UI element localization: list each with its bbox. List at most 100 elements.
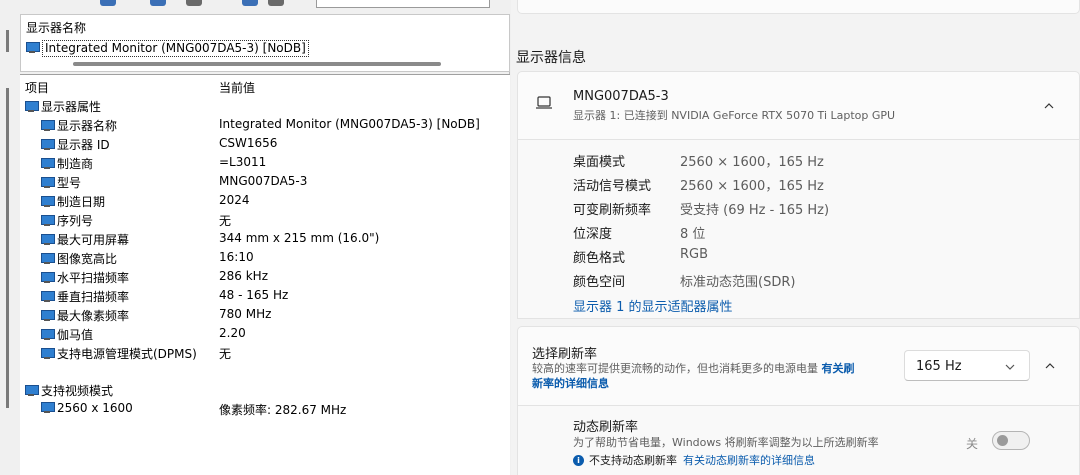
monitor-card-header[interactable] [517, 71, 1080, 140]
monitor-icon [40, 290, 55, 303]
monitor-icon [24, 384, 39, 397]
property-value: Integrated Monitor (MNG007DA5-3) [NoDB] [219, 117, 480, 131]
property-list: 项目 当前值 显示器属性 显示器名称 Integrated Monitor (M… [20, 74, 510, 475]
info-value: 2560 × 1600，165 Hz [680, 155, 824, 170]
table-row[interactable]: 伽马值 2.20 [20, 324, 510, 343]
video-mode-key: 2560 x 1600 [57, 401, 133, 415]
monitor-icon [40, 252, 55, 265]
table-row[interactable]: 制造日期 2024 [20, 191, 510, 210]
property-key: 图像宽高比 [57, 252, 118, 266]
property-value: 286 kHz [219, 269, 268, 283]
property-key: 序列号 [57, 214, 94, 228]
dynamic-refresh-link[interactable]: 有关动态刷新率的详细信息 [683, 452, 815, 468]
refresh-rate-description: 较高的速率可提供更流畅的动作，但也消耗更多的电源电量 有关刷新率的详细信息 [532, 361, 892, 391]
property-key: 垂直扫描频率 [57, 290, 130, 304]
toolbar-icon[interactable] [150, 0, 166, 6]
group-label: 支持视频模式 [41, 384, 114, 398]
monitor-subtitle: 显示器 1: 已连接到 NVIDIA GeForce RTX 5070 Ti L… [573, 109, 896, 122]
chevron-up-icon[interactable] [1045, 361, 1055, 371]
property-key: 制造日期 [57, 195, 106, 209]
monitor-icon [24, 100, 39, 113]
info-value: 标准动态范围(SDR) [680, 275, 796, 290]
info-value: RGB [680, 247, 709, 262]
refresh-rate-link-part1[interactable]: 有关刷 [822, 362, 855, 375]
monitor-name-item[interactable]: Integrated Monitor (MNG007DA5-3) [NoDB] [25, 39, 309, 57]
table-row[interactable]: 最大像素频率 780 MHz [20, 305, 510, 324]
property-key: 显示器 ID [57, 138, 110, 152]
property-key: 水平扫描频率 [57, 271, 130, 285]
table-row[interactable]: 型号 MNG007DA5-3 [20, 172, 510, 191]
table-row[interactable]: 序列号 无 [20, 210, 510, 229]
monitor-icon [40, 157, 55, 170]
toolbar-icon[interactable] [186, 0, 202, 6]
property-value: CSW1656 [219, 136, 278, 150]
refresh-rate-select[interactable]: 165 Hz [904, 350, 1030, 381]
dynamic-refresh-title: 动态刷新率 [573, 420, 639, 435]
table-row[interactable]: 最大可用屏幕 344 mm x 215 mm (16.0") [20, 229, 510, 248]
table-row[interactable]: 2560 x 1600 像素频率: 282.67 MHz [20, 399, 510, 418]
refresh-rate-selected: 165 Hz [916, 359, 962, 374]
info-icon: i [573, 454, 584, 466]
property-key: 支持电源管理模式(DPMS) [57, 347, 197, 361]
toggle-state-label: 关 [966, 437, 979, 451]
table-row[interactable]: 显示器名称 Integrated Monitor (MNG007DA5-3) [… [20, 115, 510, 134]
monitor-icon [40, 233, 55, 246]
settings-pane: 显示器信息 MNG007DA5-3 显示器 1: 已连接到 NVIDIA GeF… [511, 0, 1080, 475]
table-row[interactable]: 显示器 ID CSW1656 [20, 134, 510, 153]
monitor-icon [40, 309, 55, 322]
refresh-rate-title: 选择刷新率 [532, 347, 598, 362]
monitor-name: MNG007DA5-3 [573, 89, 669, 104]
toolbar-icon[interactable] [100, 0, 116, 6]
toolbar-icon[interactable] [242, 0, 258, 6]
dynamic-refresh-description: 为了帮助节省电量，Windows 将刷新率调整为以上所选刷新率 [573, 436, 879, 449]
monitor-icon [40, 402, 55, 414]
info-label: 桌面模式 [573, 155, 626, 170]
toolbar-icon[interactable] [268, 0, 284, 6]
info-label: 颜色空间 [573, 275, 626, 290]
monitor-icon [40, 176, 55, 189]
group-video-modes[interactable]: 支持视频模式 [20, 380, 510, 399]
table-row[interactable]: 水平扫描频率 286 kHz [20, 267, 510, 286]
monitor-name-box: 显示器名称 Integrated Monitor (MNG007DA5-3) [… [20, 14, 510, 72]
info-label: 位深度 [573, 227, 613, 242]
property-value: 780 MHz [219, 307, 272, 321]
property-value: =L3011 [219, 155, 267, 169]
refresh-rate-link-part2[interactable]: 新率的详细信息 [532, 377, 609, 390]
property-value: 48 - 165 Hz [219, 288, 289, 302]
info-value: 2560 × 1600，165 Hz [680, 179, 824, 194]
table-row[interactable]: 图像宽高比 16:10 [20, 248, 510, 267]
monitor-icon [40, 214, 55, 227]
vertical-scrollbar-thumb[interactable] [6, 30, 9, 52]
refresh-rate-desc-text: 较高的速率可提供更流畅的动作，但也消耗更多的电源电量 [532, 362, 818, 375]
property-value: 344 mm x 215 mm (16.0") [219, 231, 380, 245]
laptop-icon [536, 96, 552, 109]
info-value: 受支持 (69 Hz - 165 Hz) [680, 203, 830, 218]
table-row[interactable]: 垂直扫描频率 48 - 165 Hz [20, 286, 510, 305]
table-row[interactable]: 制造商 =L3011 [20, 153, 510, 172]
toolbar [20, 0, 510, 14]
chevron-up-icon[interactable] [1044, 101, 1054, 111]
chevron-down-icon [1005, 362, 1015, 372]
property-value: MNG007DA5-3 [219, 174, 308, 188]
property-key: 型号 [57, 176, 82, 190]
property-key: 伽马值 [57, 328, 94, 342]
dynamic-refresh-note: i 不支持动态刷新率 有关动态刷新率的详细信息 [573, 452, 815, 468]
previous-card [517, 0, 1080, 14]
group-display-properties[interactable]: 显示器属性 [20, 96, 510, 115]
toolbar-search-input[interactable] [316, 0, 490, 8]
dynamic-refresh-note-text: 不支持动态刷新率 [589, 454, 677, 467]
monitor-icon [40, 195, 55, 208]
vertical-scrollbar-track[interactable] [6, 88, 9, 408]
adapter-properties-link[interactable]: 显示器 1 的显示适配器属性 [573, 296, 733, 315]
property-key: 显示器名称 [57, 119, 118, 133]
dynamic-refresh-toggle[interactable] [992, 431, 1030, 450]
horizontal-scrollbar-thumb[interactable] [73, 62, 441, 66]
column-header-value[interactable]: 当前值 [219, 79, 255, 96]
table-row[interactable]: 支持电源管理模式(DPMS) 无 [20, 343, 510, 362]
video-mode-value: 像素频率: 282.67 MHz [219, 403, 347, 417]
toggle-knob [997, 435, 1008, 446]
column-header-item[interactable]: 项目 [25, 79, 49, 96]
section-title: 显示器信息 [516, 50, 586, 66]
info-label: 颜色格式 [573, 251, 626, 266]
property-value: 16:10 [219, 250, 254, 264]
